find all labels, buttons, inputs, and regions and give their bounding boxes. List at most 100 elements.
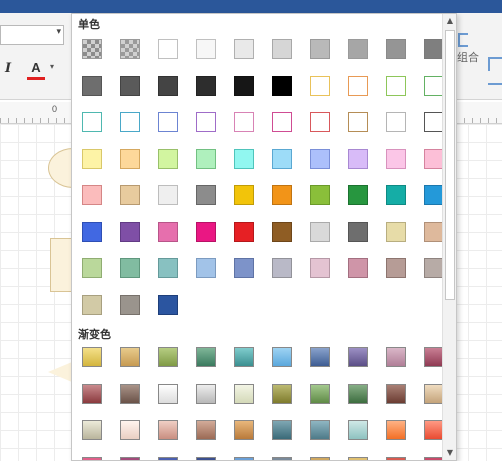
gradient-color-swatch[interactable] bbox=[158, 383, 178, 404]
solid-color-swatch[interactable] bbox=[386, 148, 406, 169]
gradient-color-swatch[interactable] bbox=[120, 456, 140, 460]
solid-color-swatch[interactable] bbox=[82, 39, 102, 59]
solid-color-swatch[interactable] bbox=[310, 148, 330, 169]
arrow-shape[interactable] bbox=[48, 362, 72, 382]
align-icon[interactable] bbox=[488, 57, 502, 71]
solid-color-swatch[interactable] bbox=[272, 75, 292, 96]
solid-color-swatch[interactable] bbox=[310, 75, 330, 96]
solid-color-swatch[interactable] bbox=[196, 39, 216, 59]
solid-color-swatch[interactable] bbox=[272, 148, 292, 169]
solid-color-swatch[interactable] bbox=[196, 221, 216, 242]
font-color-dropdown-icon[interactable]: ▾ bbox=[50, 62, 54, 71]
gradient-color-swatch[interactable] bbox=[82, 420, 102, 440]
solid-color-swatch[interactable] bbox=[158, 112, 178, 132]
gradient-color-swatch[interactable] bbox=[386, 456, 406, 460]
solid-color-swatch[interactable] bbox=[82, 148, 102, 169]
solid-color-swatch[interactable] bbox=[158, 185, 178, 205]
scroll-up-arrow-icon[interactable]: ▲ bbox=[443, 14, 456, 28]
gradient-color-swatch[interactable] bbox=[386, 347, 406, 367]
font-name-combobox[interactable]: ▾ bbox=[0, 25, 64, 45]
solid-color-swatch[interactable] bbox=[348, 148, 368, 169]
solid-color-swatch[interactable] bbox=[348, 39, 368, 59]
solid-color-swatch[interactable] bbox=[196, 112, 216, 132]
solid-color-swatch[interactable] bbox=[196, 185, 216, 205]
gradient-color-swatch[interactable] bbox=[424, 420, 444, 440]
solid-color-swatch[interactable] bbox=[82, 258, 102, 278]
gradient-color-swatch[interactable] bbox=[386, 383, 406, 404]
solid-color-swatch[interactable] bbox=[310, 112, 330, 132]
gradient-color-swatch[interactable] bbox=[272, 383, 292, 404]
solid-color-swatch[interactable] bbox=[386, 258, 406, 278]
solid-color-swatch[interactable] bbox=[120, 148, 140, 169]
solid-color-swatch[interactable] bbox=[158, 258, 178, 278]
solid-color-swatch[interactable] bbox=[234, 75, 254, 96]
gradient-color-swatch[interactable] bbox=[196, 420, 216, 440]
gradient-color-swatch[interactable] bbox=[158, 347, 178, 367]
solid-color-swatch[interactable] bbox=[386, 39, 406, 59]
gradient-color-swatch[interactable] bbox=[82, 456, 102, 460]
solid-color-swatch[interactable] bbox=[310, 258, 330, 278]
solid-color-swatch[interactable] bbox=[272, 185, 292, 205]
solid-color-swatch[interactable] bbox=[310, 221, 330, 242]
solid-color-swatch[interactable] bbox=[196, 75, 216, 96]
scroll-down-arrow-icon[interactable]: ▼ bbox=[443, 446, 456, 460]
font-color-button[interactable]: A bbox=[28, 60, 44, 78]
solid-color-swatch[interactable] bbox=[158, 39, 178, 59]
solid-color-swatch[interactable] bbox=[120, 221, 140, 242]
gradient-color-swatch[interactable] bbox=[424, 383, 444, 404]
solid-color-swatch[interactable] bbox=[158, 75, 178, 96]
solid-color-swatch[interactable] bbox=[158, 294, 178, 315]
solid-color-swatch[interactable] bbox=[424, 39, 444, 59]
gradient-color-swatch[interactable] bbox=[234, 456, 254, 460]
solid-color-swatch[interactable] bbox=[234, 39, 254, 59]
gradient-color-swatch[interactable] bbox=[424, 347, 444, 367]
gradient-color-swatch[interactable] bbox=[310, 383, 330, 404]
gradient-color-swatch[interactable] bbox=[348, 456, 368, 460]
solid-color-swatch[interactable] bbox=[120, 258, 140, 278]
italic-button[interactable]: I bbox=[5, 61, 11, 76]
solid-color-swatch[interactable] bbox=[272, 112, 292, 132]
gradient-color-swatch[interactable] bbox=[158, 456, 178, 460]
gradient-color-swatch[interactable] bbox=[386, 420, 406, 440]
solid-color-swatch[interactable] bbox=[386, 221, 406, 242]
gradient-color-swatch[interactable] bbox=[348, 347, 368, 367]
scrollbar-thumb[interactable] bbox=[445, 30, 455, 300]
solid-color-swatch[interactable] bbox=[424, 75, 444, 96]
solid-color-swatch[interactable] bbox=[310, 39, 330, 59]
gradient-color-swatch[interactable] bbox=[196, 456, 216, 460]
solid-color-swatch[interactable] bbox=[424, 221, 444, 242]
gradient-color-swatch[interactable] bbox=[196, 347, 216, 367]
gradient-color-swatch[interactable] bbox=[310, 456, 330, 460]
solid-color-swatch[interactable] bbox=[234, 258, 254, 278]
solid-color-swatch[interactable] bbox=[348, 185, 368, 205]
solid-color-swatch[interactable] bbox=[424, 258, 444, 278]
solid-color-swatch[interactable] bbox=[120, 112, 140, 132]
solid-color-swatch[interactable] bbox=[82, 221, 102, 242]
gradient-color-swatch[interactable] bbox=[310, 347, 330, 367]
solid-color-swatch[interactable] bbox=[424, 185, 444, 205]
solid-color-swatch[interactable] bbox=[234, 221, 254, 242]
gradient-color-swatch[interactable] bbox=[82, 347, 102, 367]
solid-color-swatch[interactable] bbox=[158, 221, 178, 242]
gradient-color-swatch[interactable] bbox=[234, 420, 254, 440]
solid-color-swatch[interactable] bbox=[424, 148, 444, 169]
chevron-down-icon[interactable]: ▾ bbox=[56, 27, 61, 37]
solid-color-swatch[interactable] bbox=[82, 75, 102, 96]
solid-color-swatch[interactable] bbox=[272, 39, 292, 59]
group-icon[interactable] bbox=[458, 33, 468, 47]
gradient-color-swatch[interactable] bbox=[120, 347, 140, 367]
distribute-icon[interactable] bbox=[488, 83, 502, 89]
solid-color-swatch[interactable] bbox=[82, 112, 102, 132]
solid-color-swatch[interactable] bbox=[120, 39, 140, 59]
solid-color-swatch[interactable] bbox=[272, 258, 292, 278]
gradient-color-swatch[interactable] bbox=[120, 383, 140, 404]
solid-color-swatch[interactable] bbox=[386, 112, 406, 132]
gradient-color-swatch[interactable] bbox=[196, 383, 216, 404]
gradient-color-swatch[interactable] bbox=[310, 420, 330, 440]
solid-color-swatch[interactable] bbox=[196, 258, 216, 278]
solid-color-swatch[interactable] bbox=[120, 185, 140, 205]
solid-color-swatch[interactable] bbox=[348, 258, 368, 278]
gradient-color-swatch[interactable] bbox=[158, 420, 178, 440]
gradient-color-swatch[interactable] bbox=[348, 383, 368, 404]
gradient-color-swatch[interactable] bbox=[272, 420, 292, 440]
